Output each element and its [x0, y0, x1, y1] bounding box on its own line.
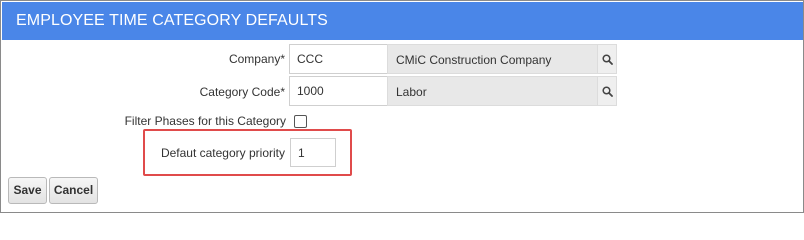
company-input[interactable]	[289, 44, 388, 74]
cancel-button[interactable]: Cancel	[49, 177, 98, 204]
company-description: CMiC Construction Company	[387, 44, 598, 74]
panel-title: EMPLOYEE TIME CATEGORY DEFAULTS	[16, 12, 328, 29]
company-lookup-button[interactable]	[597, 44, 617, 74]
default-priority-input[interactable]	[290, 138, 336, 167]
category-code-description: Labor	[387, 76, 598, 106]
category-code-label: Category Code*	[199, 85, 285, 99]
search-icon	[601, 53, 613, 65]
default-priority-label: Defaut category priority	[160, 146, 285, 160]
save-button[interactable]: Save	[8, 177, 47, 204]
category-code-description-text: Labor	[396, 85, 427, 99]
category-code-lookup-button[interactable]	[597, 76, 617, 106]
category-code-input[interactable]	[289, 76, 388, 106]
filter-phases-checkbox[interactable]	[294, 115, 307, 128]
search-icon	[601, 85, 613, 97]
company-description-text: CMiC Construction Company	[396, 53, 552, 67]
company-label: Company*	[228, 52, 285, 66]
panel-header: EMPLOYEE TIME CATEGORY DEFAULTS	[2, 2, 803, 40]
form-panel: EMPLOYEE TIME CATEGORY DEFAULTS Company*…	[0, 0, 804, 213]
filter-phases-label: Filter Phases for this Category	[124, 114, 286, 128]
